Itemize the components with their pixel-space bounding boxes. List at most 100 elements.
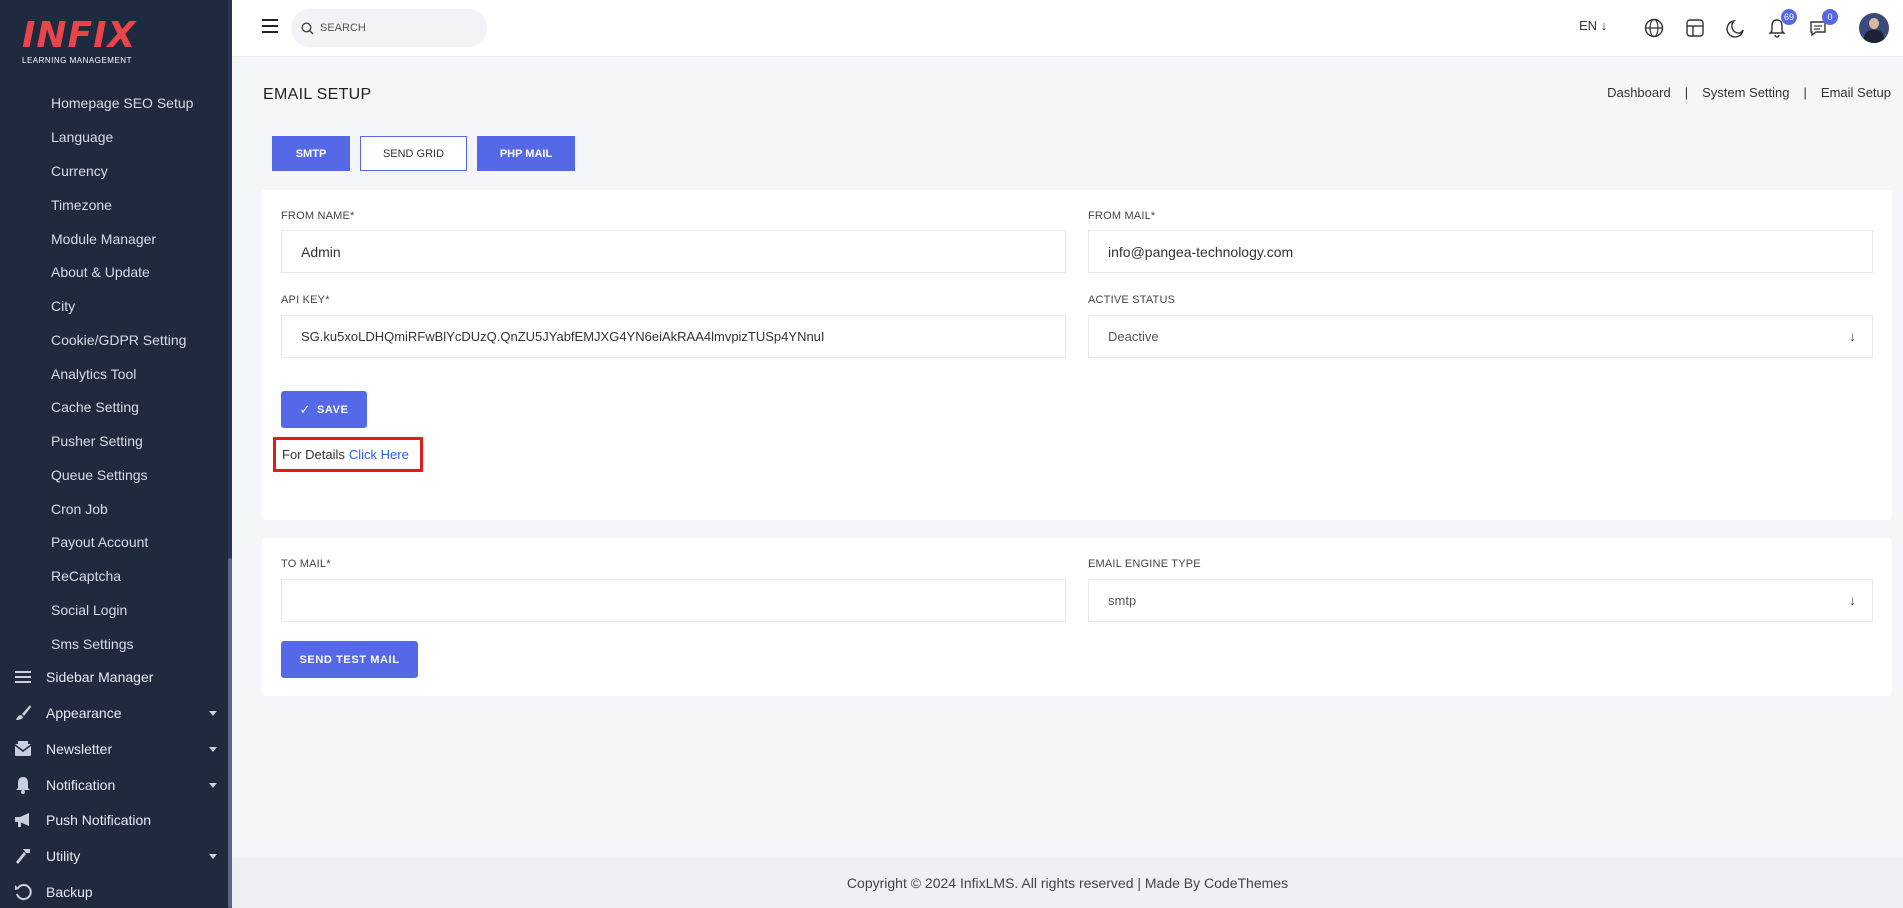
breadcrumb-system-setting[interactable]: System Setting <box>1702 85 1789 100</box>
sidebar-item-sms-settings[interactable]: Sms Settings <box>51 636 133 652</box>
logo-tagline: LEARNING MANAGEMENT <box>22 56 132 65</box>
details-link-highlight: For Details Click Here <box>273 437 423 472</box>
brush-icon <box>12 704 34 722</box>
sidebar-item-pusher-setting[interactable]: Pusher Setting <box>51 433 143 449</box>
chevron-down-icon <box>209 710 217 716</box>
sidebar-item-payout-account[interactable]: Payout Account <box>51 534 148 550</box>
breadcrumb: Dashboard | System Setting | Email Setup <box>1607 85 1891 100</box>
sidebar-item-label: Utility <box>46 848 81 864</box>
list-icon <box>12 668 34 686</box>
messages-count-badge: 0 <box>1822 9 1838 25</box>
sidebar-item-cookie-gdpr-setting[interactable]: Cookie/GDPR Setting <box>51 332 186 348</box>
breadcrumb-email-setup: Email Setup <box>1820 85 1891 100</box>
save-button[interactable]: ✓ SAVE <box>281 391 367 428</box>
logo-text: INFIX <box>22 15 137 56</box>
sidebar-item-language[interactable]: Language <box>51 129 113 145</box>
to-mail-label: TO MAIL* <box>281 558 331 570</box>
layout-icon[interactable] <box>1683 16 1707 40</box>
email-engine-type-value: smtp <box>1108 593 1137 608</box>
sidebar-item-currency[interactable]: Currency <box>51 163 108 179</box>
messages-icon[interactable]: 0 <box>1806 9 1838 40</box>
sidebar-item-city[interactable]: City <box>51 298 75 314</box>
tab-send-grid[interactable]: SEND GRID <box>360 136 467 171</box>
sidebar-item-label: Appearance <box>46 705 122 721</box>
breadcrumb-separator: | <box>1684 85 1689 100</box>
bell-icon <box>12 776 34 794</box>
topbar: EN ↓ 69 0 <box>232 0 1903 57</box>
sidebar-item-cron-job[interactable]: Cron Job <box>51 501 108 517</box>
email-engine-type-select[interactable]: smtp ↓ <box>1088 579 1873 622</box>
search-icon <box>301 21 314 35</box>
breadcrumb-separator: | <box>1803 85 1807 100</box>
check-icon: ✓ <box>299 401 311 417</box>
api-key-value: SG.ku5xoLDHQmiRFwBlYcDUzQ.QnZU5JYabfEMJX… <box>301 329 825 344</box>
newsletter-icon <box>12 740 34 758</box>
save-button-label: SAVE <box>316 403 349 416</box>
language-code: EN <box>1579 18 1598 33</box>
from-mail-value: info@pangea-technology.com <box>1108 243 1294 260</box>
sidebar-scrollbar-thumb[interactable] <box>228 558 232 908</box>
search-input[interactable] <box>320 22 470 34</box>
from-name-input[interactable]: Admin <box>281 230 1066 273</box>
active-status-select[interactable]: Deactive ↓ <box>1088 315 1873 358</box>
click-here-link[interactable]: Click Here <box>349 447 409 462</box>
sidebar-item-label: Sidebar Manager <box>46 669 154 685</box>
sidebar-item-homepage-seo-setup[interactable]: Homepage SEO Setup <box>51 95 193 111</box>
user-avatar[interactable] <box>1859 13 1889 43</box>
sidebar-item-label: Push Notification <box>46 812 152 828</box>
sidebar-item-module-manager[interactable]: Module Manager <box>51 231 156 247</box>
sidebar-item-timezone[interactable]: Timezone <box>51 197 112 213</box>
breadcrumb-dashboard[interactable]: Dashboard <box>1607 85 1671 100</box>
language-selector[interactable]: EN ↓ <box>1579 18 1607 33</box>
active-status-label: ACTIVE STATUS <box>1088 294 1176 306</box>
tab-php-mail[interactable]: PHP MAIL <box>477 136 575 171</box>
sidebar: INFIX LEARNING MANAGEMENT Homepage SEO S… <box>0 0 232 908</box>
sidebar-item-about-update[interactable]: About & Update <box>51 264 150 280</box>
sidebar-item-push-notification[interactable]: Push Notification <box>12 809 217 831</box>
arrow-down-icon: ↓ <box>1849 328 1856 344</box>
details-text: For Details <box>282 447 345 462</box>
send-test-mail-button[interactable]: SEND TEST MAIL <box>281 641 418 678</box>
sidebar-item-label: Backup <box>46 884 93 900</box>
chevron-down-icon <box>209 853 217 859</box>
from-name-label: FROM NAME* <box>281 210 355 222</box>
brand-logo[interactable]: INFIX LEARNING MANAGEMENT <box>22 18 162 68</box>
api-key-label: API KEY* <box>281 294 330 306</box>
sidebar-item-recaptcha[interactable]: ReCaptcha <box>51 568 121 584</box>
megaphone-icon <box>12 811 34 829</box>
sidebar-item-analytics-tool[interactable]: Analytics Tool <box>51 366 136 382</box>
copyright-text: Copyright © 2024 InfixLMS. All rights re… <box>846 875 1289 891</box>
sidebar-item-notification[interactable]: Notification <box>12 774 217 796</box>
from-mail-label: FROM MAIL* <box>1088 210 1156 222</box>
from-mail-input[interactable]: info@pangea-technology.com <box>1088 230 1873 273</box>
hammer-icon <box>12 847 34 865</box>
email-engine-type-label: EMAIL ENGINE TYPE <box>1088 558 1201 570</box>
chevron-down-icon <box>209 782 217 788</box>
dark-mode-icon[interactable] <box>1724 16 1748 40</box>
to-mail-input[interactable] <box>281 579 1066 622</box>
sidebar-item-sidebar-manager[interactable]: Sidebar Manager <box>12 666 217 688</box>
from-name-value: Admin <box>301 243 341 260</box>
tab-smtp[interactable]: SMTP <box>272 136 350 171</box>
footer: Copyright © 2024 InfixLMS. All rights re… <box>232 858 1903 908</box>
search-box[interactable] <box>291 9 487 47</box>
sidebar-item-backup[interactable]: Backup <box>12 881 217 903</box>
sidebar-item-newsletter[interactable]: Newsletter <box>12 738 217 760</box>
backup-icon <box>12 883 34 901</box>
page-title: EMAIL SETUP <box>263 86 372 103</box>
chevron-down-icon <box>209 746 217 752</box>
menu-toggle-icon[interactable] <box>262 19 278 33</box>
sidebar-item-queue-settings[interactable]: Queue Settings <box>51 467 148 483</box>
sidebar-item-cache-setting[interactable]: Cache Setting <box>51 399 139 415</box>
notification-bell-icon[interactable]: 69 <box>1765 9 1797 40</box>
sidebar-item-utility[interactable]: Utility <box>12 845 217 867</box>
globe-icon[interactable] <box>1642 16 1666 40</box>
sidebar-item-appearance[interactable]: Appearance <box>12 702 217 724</box>
sidebar-item-social-login[interactable]: Social Login <box>51 602 127 618</box>
active-status-value: Deactive <box>1108 329 1159 344</box>
sidebar-item-label: Notification <box>46 777 116 793</box>
api-key-input[interactable]: SG.ku5xoLDHQmiRFwBlYcDUzQ.QnZU5JYabfEMJX… <box>281 315 1066 358</box>
sidebar-item-label: Newsletter <box>46 741 113 757</box>
arrow-down-icon: ↓ <box>1600 18 1608 33</box>
notification-count-badge: 69 <box>1780 9 1797 25</box>
